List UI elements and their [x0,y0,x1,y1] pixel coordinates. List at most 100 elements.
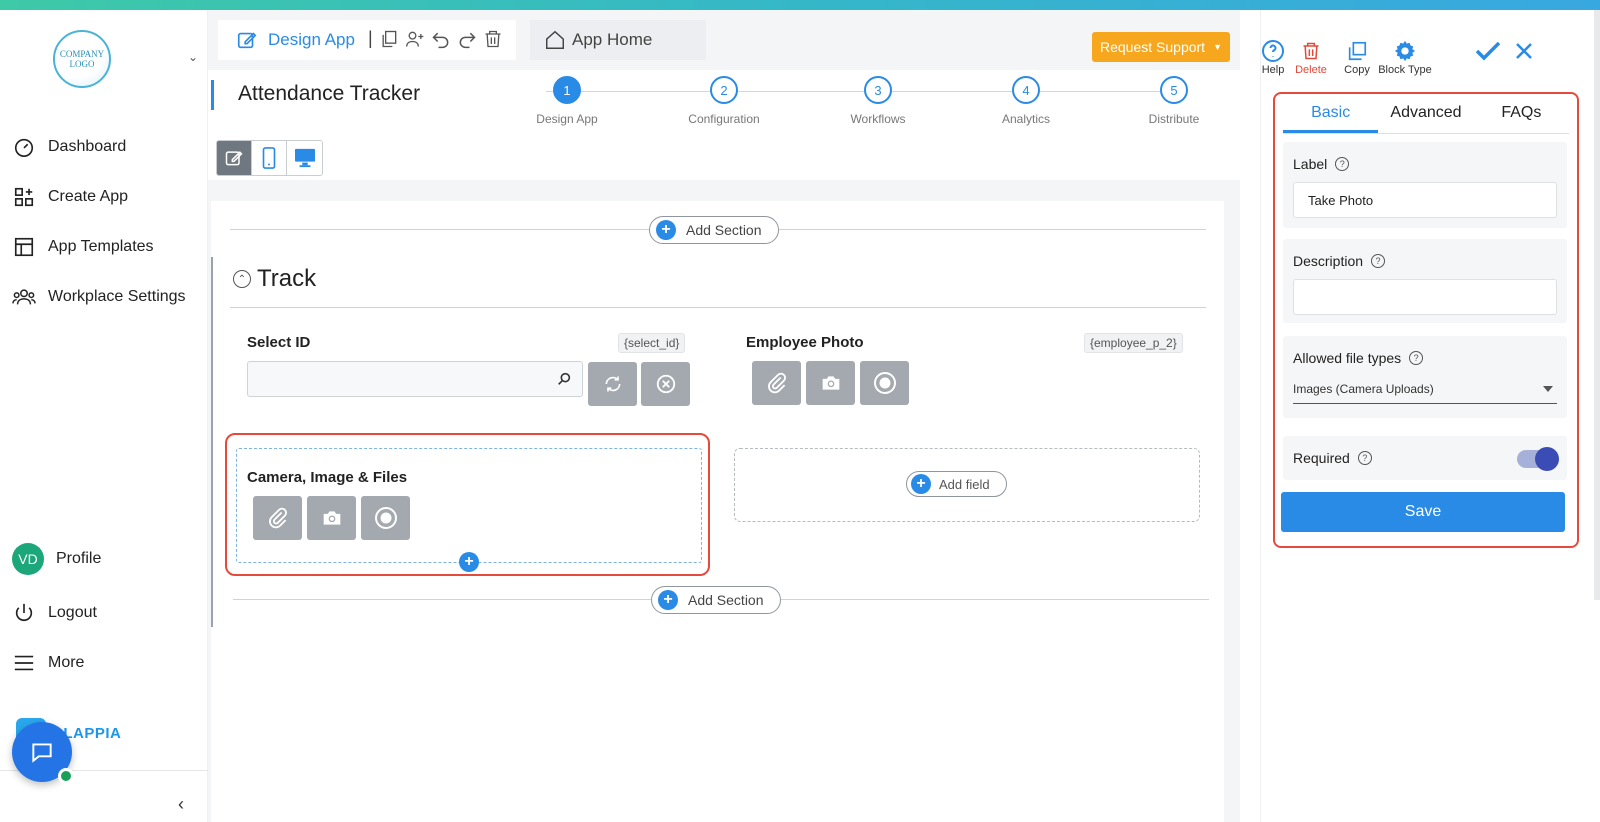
sidebar-item-app-templates[interactable]: App Templates [12,232,154,262]
trash-icon [1303,42,1319,60]
refresh-button[interactable] [588,362,637,406]
tool-label: Delete [1295,64,1327,76]
select-id-input[interactable] [247,361,583,397]
properties-panel: Help Delete Copy Block Type Basic Advanc… [1260,10,1600,822]
delete-button[interactable]: Delete [1291,38,1331,76]
camera-image-files-field[interactable] [236,448,702,563]
step-analytics[interactable]: 4 Analytics [981,76,1071,126]
check-icon[interactable] [1475,40,1501,62]
clear-button[interactable] [641,362,690,406]
camera-button[interactable] [307,496,356,540]
home-icon [546,30,564,49]
form-canvas: + Add Section ⌃ Track Select ID {select_… [211,201,1224,822]
tab-label: Design App [268,30,355,49]
button-label: Add Section [686,222,762,238]
record-button[interactable] [860,361,909,405]
sidebar-item-create-app[interactable]: Create App [12,182,128,212]
add-field-button[interactable]: + Add field [906,471,1007,497]
step-label: Configuration [688,112,760,126]
add-section-button[interactable]: + Add Section [651,586,781,614]
gauge-icon [12,135,36,159]
online-status-dot [58,768,74,784]
add-user-icon[interactable] [405,29,425,49]
camera-icon [323,511,340,525]
property-label: Description ? [1293,253,1386,269]
divider [230,307,1206,308]
menu-icon [12,651,36,675]
apps-plus-icon [12,185,36,209]
help-button[interactable]: Help [1255,38,1291,76]
step-label: Analytics [1001,112,1051,126]
help-icon[interactable]: ? [1357,451,1372,465]
tab-basic[interactable]: Basic [1283,100,1379,133]
add-below-icon[interactable]: + [459,552,479,572]
redo-icon[interactable] [457,29,477,49]
property-title: Label [1293,156,1328,172]
gear-icon [1394,40,1416,62]
section-title[interactable]: ⌃ Track [233,265,316,293]
save-button[interactable]: Save [1281,492,1565,532]
camera-button[interactable] [806,361,855,405]
panel-scrollbar[interactable] [1594,10,1600,600]
help-icon[interactable]: ? [1409,351,1424,365]
people-icon [12,285,36,309]
sidebar-item-logout[interactable]: Logout [12,598,97,628]
collapse-sidebar-icon[interactable]: ‹ [178,794,184,815]
chevron-up-icon[interactable]: ⌃ [233,270,251,288]
attach-button[interactable] [752,361,801,405]
step-workflows[interactable]: 3 Workflows [833,76,923,126]
close-icon[interactable] [1515,42,1533,60]
sidebar-item-label: More [48,654,85,671]
section-rule [211,257,213,627]
request-support-button[interactable]: Request Support ▼ [1092,32,1230,62]
properties-form-highlight: Basic Advanced FAQs Label ? Take Photo D… [1273,92,1579,548]
field-label: Select ID [247,334,311,351]
undo-icon[interactable] [431,29,451,49]
copy-button[interactable]: Copy [1337,38,1377,76]
desktop-view-button[interactable] [287,141,322,175]
sidebar-item-dashboard[interactable]: Dashboard [12,132,126,162]
sidebar-item-label: Dashboard [48,138,127,155]
design-tools: | [368,28,503,49]
company-logo[interactable]: COMPANY LOGO [53,30,111,88]
button-label: Add field [939,476,990,492]
required-toggle[interactable] [1517,447,1559,471]
chevron-down-icon[interactable]: ⌄ [188,50,198,64]
close-circle-icon [656,374,675,394]
avatar: VD [12,543,44,575]
file-types-select[interactable]: Images (Camera Uploads) [1293,382,1557,404]
help-icon[interactable]: ? [1335,157,1350,171]
trash-icon[interactable] [483,29,503,49]
step-number: 5 [1160,76,1188,104]
file-types-property: Allowed file types ? Images (Camera Uplo… [1283,336,1567,418]
sidebar-item-workplace-settings[interactable]: Workplace Settings [12,282,186,312]
tab-app-home[interactable]: App Home [530,20,706,60]
sidebar-item-profile[interactable]: VD Profile [12,543,101,575]
edit-view-button[interactable] [217,141,252,175]
tab-faqs[interactable]: FAQs [1474,100,1569,133]
step-configuration[interactable]: 2 Configuration [679,76,769,126]
record-icon [873,372,896,394]
search-icon [558,372,571,385]
toggle-knob [1535,447,1559,471]
record-button[interactable] [361,496,410,540]
property-label: Required ? [1293,450,1372,466]
mobile-view-button[interactable] [252,141,287,175]
attach-button[interactable] [253,496,302,540]
sidebar-item-more[interactable]: More [12,648,84,678]
copy-icon[interactable] [379,29,399,49]
step-distribute[interactable]: 5 Distribute [1129,76,1219,126]
button-label: Add Section [688,592,764,608]
block-type-button[interactable]: Block Type [1373,38,1437,76]
app-header: Attendance Tracker 1 Design App 2 Config… [208,70,1240,130]
plus-icon: + [656,220,676,240]
label-input[interactable]: Take Photo [1293,182,1557,218]
tool-label: Block Type [1378,64,1432,76]
template-icon [12,235,36,259]
tab-advanced[interactable]: Advanced [1378,100,1473,133]
help-icon[interactable]: ? [1371,254,1386,268]
description-input[interactable] [1293,279,1557,315]
field-key-badge: {select_id} [618,333,686,353]
step-design-app[interactable]: 1 Design App [522,76,612,126]
add-section-button[interactable]: + Add Section [649,216,779,244]
